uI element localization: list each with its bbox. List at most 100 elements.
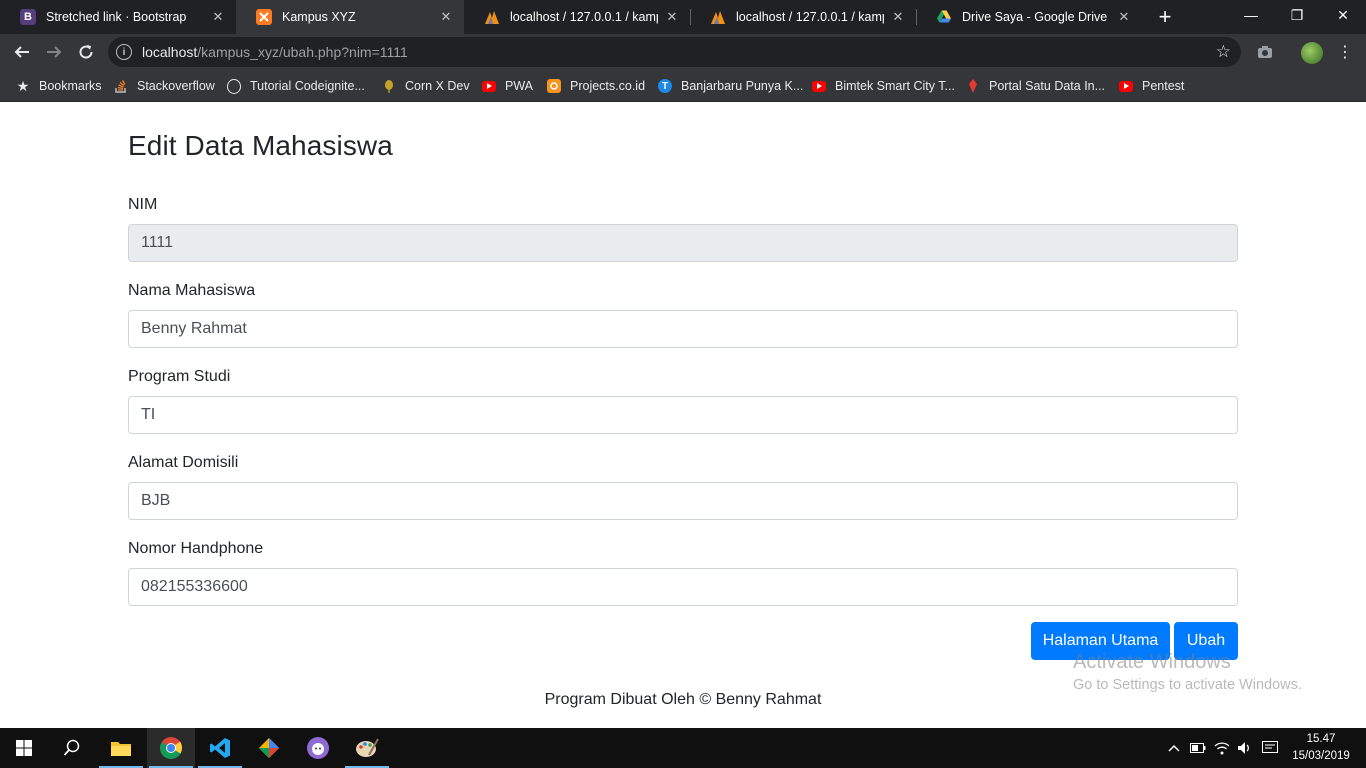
home-button[interactable]: Halaman Utama <box>1031 622 1170 660</box>
bookmark-label: Stackoverflow <box>137 79 215 93</box>
tab-title: Drive Saya - Google Drive <box>962 10 1108 24</box>
close-icon[interactable]: ✕ <box>664 9 680 25</box>
reload-icon <box>79 45 93 59</box>
bookmark-banjarbaru[interactable]: T Banjarbaru Punya K... <box>658 76 803 96</box>
nim-input[interactable] <box>128 224 1238 262</box>
tab-phpmyadmin-2[interactable]: localhost / 127.0.0.1 / kampus_ ✕ <box>690 0 916 34</box>
bookmark-stackoverflow[interactable]: Stackoverflow <box>114 76 215 96</box>
forward-arrow-icon <box>47 46 62 58</box>
youtube-icon <box>812 80 826 92</box>
tab-google-drive[interactable]: Drive Saya - Google Drive ✕ <box>916 0 1142 34</box>
close-window-button[interactable]: ✕ <box>1320 0 1366 30</box>
chrome-icon <box>160 737 183 759</box>
xampp-icon <box>256 9 272 25</box>
browser-tabstrip: B Stretched link · Bootstrap ✕ Kampus XY… <box>0 0 1366 34</box>
purple-app-button[interactable] <box>294 728 342 768</box>
minimize-button[interactable]: — <box>1228 0 1274 30</box>
info-icon[interactable]: i <box>116 44 132 60</box>
bookmark-bimtek[interactable]: Bimtek Smart City T... <box>812 76 955 96</box>
menu-icon[interactable]: ⋮ <box>1333 40 1357 64</box>
start-button[interactable] <box>0 728 48 768</box>
tab-bootstrap[interactable]: B Stretched link · Bootstrap ✕ <box>0 0 236 34</box>
back-arrow-icon <box>14 46 29 58</box>
search-button[interactable] <box>48 728 96 768</box>
windows-logo-icon <box>16 740 32 756</box>
camera-icon[interactable] <box>1253 40 1277 64</box>
volume-icon[interactable] <box>1236 739 1254 757</box>
windows-taskbar: 15.47 15/03/2019 <box>0 728 1366 768</box>
page-content: Edit Data Mahasiswa NIM Nama Mahasiswa P… <box>0 103 1366 728</box>
star-icon: ★ <box>16 77 30 94</box>
bookmark-label: Bimtek Smart City T... <box>835 79 955 93</box>
search-icon <box>63 739 80 756</box>
close-icon[interactable]: ✕ <box>890 9 906 25</box>
clock-time: 15.47 <box>1306 733 1336 745</box>
tab-title: Stretched link · Bootstrap <box>46 10 187 24</box>
palette-icon <box>356 738 379 757</box>
stackoverflow-icon <box>114 79 128 93</box>
vscode-icon <box>210 738 230 758</box>
bookmark-icon <box>966 79 980 93</box>
nomor-handphone-input[interactable] <box>128 568 1238 606</box>
youtube-icon <box>482 80 496 92</box>
program-studi-input[interactable] <box>128 396 1238 434</box>
phpmyadmin-icon <box>484 9 500 25</box>
google-drive-icon <box>936 9 952 25</box>
close-icon[interactable]: ✕ <box>1116 9 1132 25</box>
close-icon[interactable]: ✕ <box>210 9 226 25</box>
bookmark-label: Banjarbaru Punya K... <box>681 79 804 93</box>
tray-overflow-icon[interactable] <box>1165 739 1183 757</box>
file-explorer-button[interactable] <box>97 728 145 768</box>
globe-icon <box>227 78 241 94</box>
bookmark-label: Corn X Dev <box>405 79 470 93</box>
alamat-domisili-label: Alamat Domisili <box>128 454 239 471</box>
nama-mahasiswa-input[interactable] <box>128 310 1238 348</box>
back-button[interactable] <box>8 38 36 66</box>
bookmark-projects[interactable]: Projects.co.id <box>547 76 645 96</box>
bookmark-tutorial-codeigniter[interactable]: Tutorial Codeignite... <box>227 76 365 96</box>
system-clock[interactable]: 15.47 15/03/2019 <box>1282 731 1360 765</box>
page-footer: Program Dibuat Oleh © Benny Rahmat <box>544 691 822 708</box>
tab-kampus-xyz[interactable]: Kampus XYZ ✕ <box>236 0 464 34</box>
reload-button[interactable] <box>72 38 100 66</box>
url-text: localhost/kampus_xyz/ubah.php?nim=1111 <box>142 44 408 60</box>
bookmark-bookmarks[interactable]: ★ Bookmarks <box>16 76 102 96</box>
bookmarks-bar: ★ Bookmarks Stackoverflow Tutorial Codei… <box>0 70 1366 102</box>
browser-toolbar: i localhost/kampus_xyz/ubah.php?nim=1111… <box>0 34 1366 70</box>
close-icon[interactable]: ✕ <box>438 9 454 25</box>
notification-icon[interactable] <box>1261 739 1279 757</box>
submit-button[interactable]: Ubah <box>1174 622 1238 660</box>
paint-button[interactable] <box>343 728 391 768</box>
alamat-domisili-input[interactable] <box>128 482 1238 520</box>
tab-title: Kampus XYZ <box>282 10 356 24</box>
new-tab-button[interactable]: + <box>1153 4 1177 29</box>
bookmark-portal-satu-data[interactable]: Portal Satu Data In... <box>966 76 1105 96</box>
bookmark-label: Portal Satu Data In... <box>989 79 1106 93</box>
tab-title: localhost / 127.0.0.1 / kampus_ <box>736 10 884 24</box>
purple-cat-icon <box>307 737 329 759</box>
projects-icon <box>547 79 561 93</box>
address-bar[interactable]: i localhost/kampus_xyz/ubah.php?nim=1111… <box>108 37 1241 67</box>
url-path: /kampus_xyz/ubah.php?nim=1111 <box>197 44 408 60</box>
bookmark-pentest[interactable]: Pentest <box>1119 76 1184 96</box>
nomor-handphone-label: Nomor Handphone <box>128 540 264 557</box>
battery-icon[interactable] <box>1189 739 1207 757</box>
gitkraken-button[interactable] <box>245 728 293 768</box>
tab-phpmyadmin-1[interactable]: localhost / 127.0.0.1 / kampus_ ✕ <box>464 0 690 34</box>
profile-avatar[interactable] <box>1301 42 1323 64</box>
chrome-button[interactable] <box>147 728 195 768</box>
bookmark-label: Pentest <box>1142 79 1185 93</box>
wifi-icon[interactable] <box>1213 739 1231 757</box>
forward-button[interactable] <box>40 38 68 66</box>
vscode-button[interactable] <box>196 728 244 768</box>
bookmark-star-icon[interactable]: ☆ <box>1216 42 1231 62</box>
bootstrap-icon: B <box>20 9 36 25</box>
tab-title: localhost / 127.0.0.1 / kampus_ <box>510 10 658 24</box>
youtube-icon <box>1119 80 1133 92</box>
phpmyadmin-icon <box>710 9 726 25</box>
bookmark-corn-x-dev[interactable]: Corn X Dev <box>382 76 470 96</box>
restore-button[interactable]: ❐ <box>1274 0 1320 30</box>
bookmark-pwa[interactable]: PWA <box>482 76 533 96</box>
folder-icon <box>111 742 131 756</box>
bookmark-label: Tutorial Codeignite... <box>250 79 365 93</box>
